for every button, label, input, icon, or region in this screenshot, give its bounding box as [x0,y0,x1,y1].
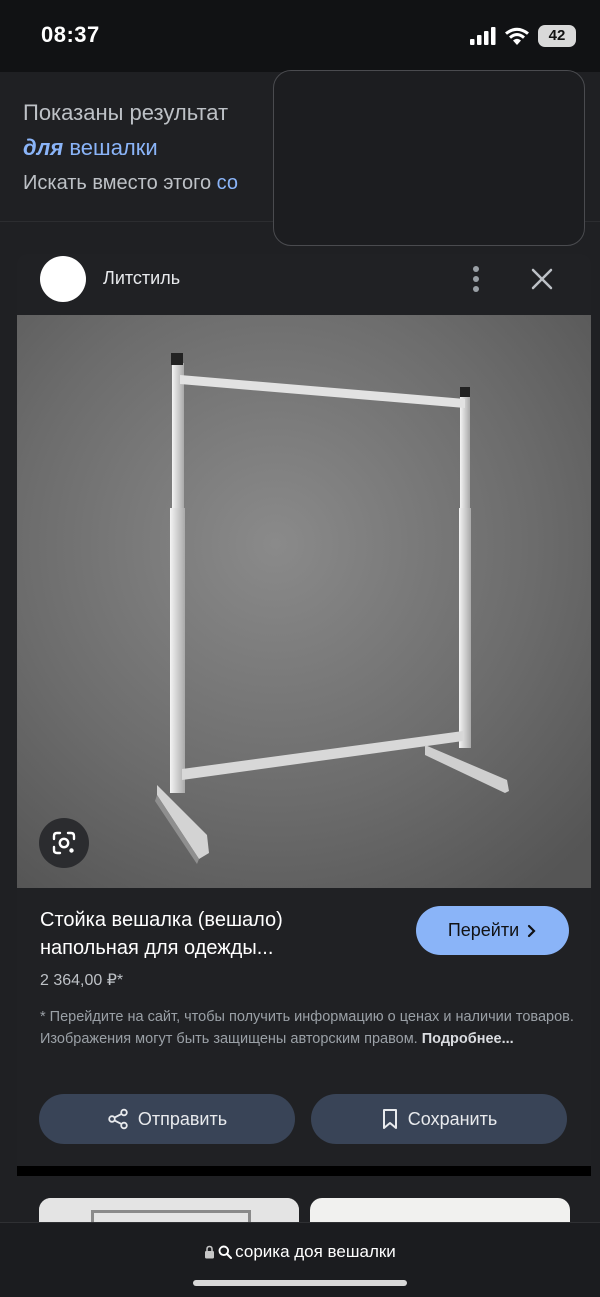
status-icons: 42 [470,25,576,47]
page: 08:37 42 Показаны результат для вешалки … [0,0,600,1297]
query-bold-word: для [23,135,64,160]
more-options-icon[interactable] [464,264,488,294]
save-button[interactable]: Сохранить [311,1094,567,1144]
share-button[interactable]: Отправить [39,1094,295,1144]
lock-icon [205,1245,215,1259]
product-title[interactable]: Стойка вешалка (вешало) напольная для од… [40,906,370,962]
signal-icon [470,27,496,45]
product-card: Литстиль Стойка вешалка (вешало) напольн… [17,254,591,1166]
visit-button[interactable]: Перейти [416,906,569,955]
battery-icon: 42 [538,25,576,47]
site-favicon [40,256,86,302]
wifi-icon [505,27,529,45]
share-icon [108,1108,128,1130]
visit-button-label: Перейти [447,920,520,940]
address-bar-url: сорика доя вешалки [235,1242,396,1261]
home-indicator[interactable] [193,1280,407,1286]
learn-more-link[interactable]: Подробнее... [422,1031,514,1047]
google-lens-button[interactable] [39,818,89,868]
address-bar-content[interactable]: сорика доя вешалки [0,1242,600,1262]
search-icon [218,1245,233,1259]
status-time: 08:37 [41,22,100,47]
bookmark-icon [382,1109,397,1129]
showing-results-text: Показаны результат [23,100,229,125]
status-bar: 08:37 42 [0,0,600,72]
share-button-label: Отправить [137,1108,228,1129]
card-bottom-divider [17,1166,591,1176]
corrected-query-link[interactable]: для вешалки [23,135,158,161]
site-name[interactable]: Литстиль [103,268,180,289]
chevron-right-icon [528,924,536,937]
search-instead-link[interactable]: со [217,172,238,194]
query-rest: вешалки [63,135,158,160]
clothes-rack-image [17,315,591,888]
search-instead-line: Искать вместо этого со [23,172,238,195]
product-image[interactable] [17,315,591,888]
lens-icon [52,831,76,855]
overlay-popup [273,70,585,246]
card-header: Литстиль [17,254,591,315]
save-button-label: Сохранить [407,1108,498,1129]
browser-address-bar[interactable]: сорика доя вешалки [0,1222,600,1297]
disclaimer-text: * Перейдите на сайт, чтобы получить инфо… [40,1006,575,1050]
close-icon[interactable] [527,264,557,294]
product-price: 2 364,00 ₽* [40,972,124,989]
search-instead-text: Искать вместо этого [23,172,217,194]
